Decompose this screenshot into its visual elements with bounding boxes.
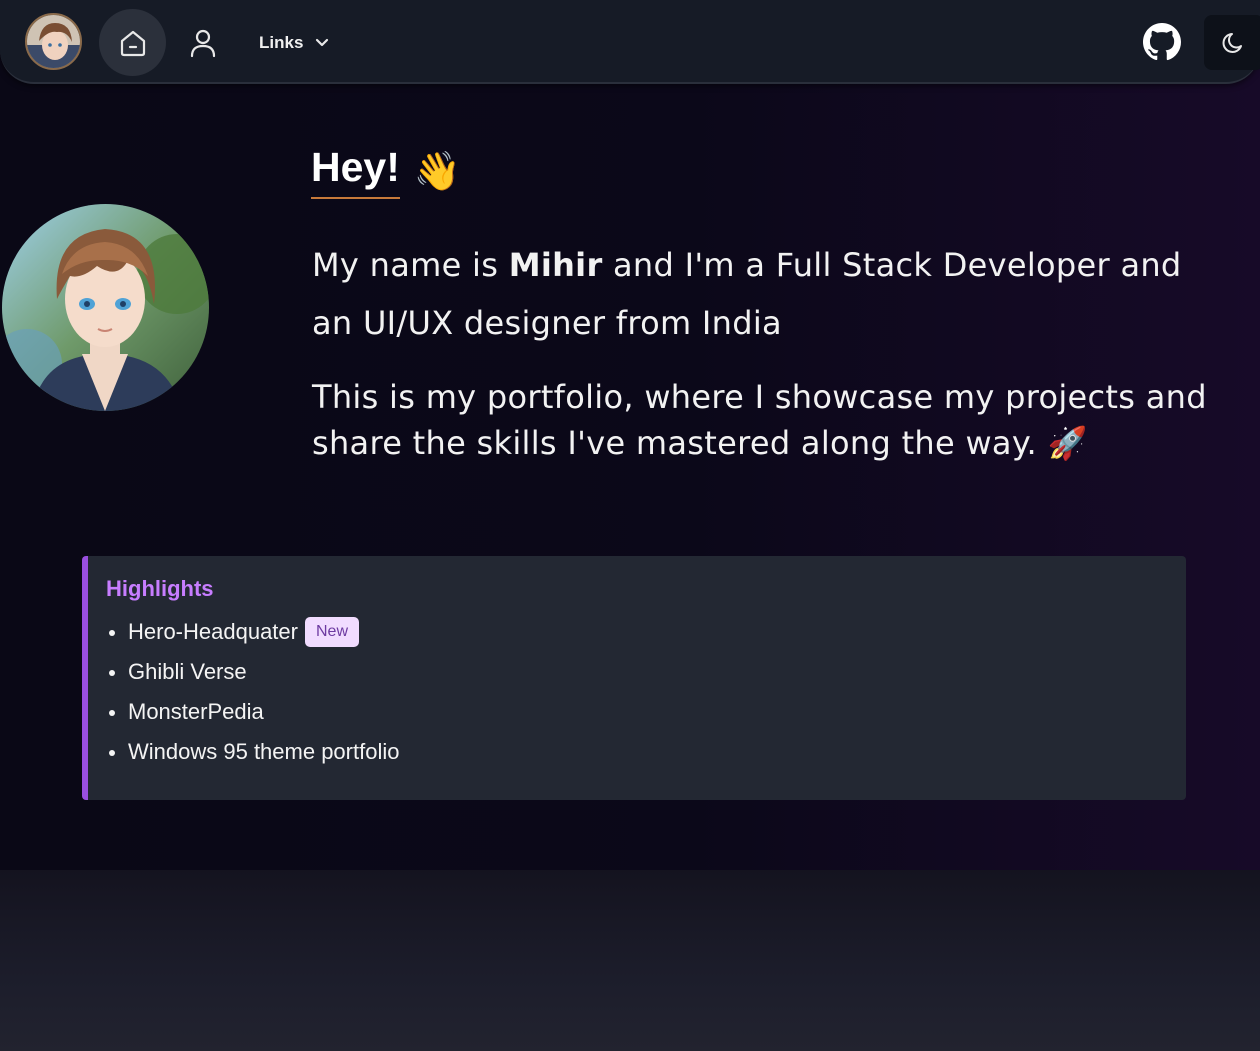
list-item[interactable]: Windows 95 theme portfolio: [106, 732, 1186, 772]
greeting: Hey! 👋: [311, 143, 461, 199]
highlight-label: MonsterPedia: [128, 699, 264, 724]
avatar-image: [27, 15, 80, 68]
user-icon: [190, 29, 216, 58]
highlights-title: Highlights: [106, 576, 214, 601]
links-label: Links: [259, 33, 304, 52]
highlights-card: Highlights Hero-Headquater New Ghibli Ve…: [82, 556, 1186, 800]
portfolio-paragraph: This is my portfolio, where I showcase m…: [312, 374, 1212, 466]
rocket-emoji: 🚀: [1047, 424, 1088, 462]
chevron-down-icon: [316, 38, 329, 47]
highlights-list: Hero-Headquater New Ghibli Verse Monster…: [106, 612, 1186, 772]
moon-icon: [1222, 32, 1242, 53]
list-item[interactable]: Ghibli Verse: [106, 652, 1186, 692]
footer-background: [0, 870, 1260, 1051]
navbar: Links: [0, 0, 1260, 84]
theme-toggle-button[interactable]: [1204, 15, 1260, 70]
intro-paragraph: My name is Mihir and I'm a Full Stack De…: [312, 236, 1212, 352]
list-item[interactable]: MonsterPedia: [106, 692, 1186, 732]
highlight-label: Windows 95 theme portfolio: [128, 739, 400, 764]
profile-image: [2, 204, 209, 411]
greeting-heading: Hey!: [311, 143, 400, 199]
github-icon: [1143, 23, 1181, 61]
highlight-label: Hero-Headquater: [128, 619, 298, 644]
intro-prefix: My name is: [312, 246, 509, 284]
home-button[interactable]: [99, 9, 166, 76]
about-button[interactable]: [184, 24, 222, 62]
nav-avatar[interactable]: [25, 13, 82, 70]
profile-avatar: [2, 204, 209, 411]
intro-name: Mihir: [508, 246, 603, 284]
links-dropdown[interactable]: Links: [259, 30, 329, 56]
highlight-label: Ghibli Verse: [128, 659, 247, 684]
list-item[interactable]: Hero-Headquater New: [106, 612, 1186, 652]
wave-emoji: 👋: [413, 149, 462, 193]
github-link[interactable]: [1142, 22, 1182, 62]
home-icon: [120, 30, 145, 56]
new-badge: New: [304, 617, 359, 647]
